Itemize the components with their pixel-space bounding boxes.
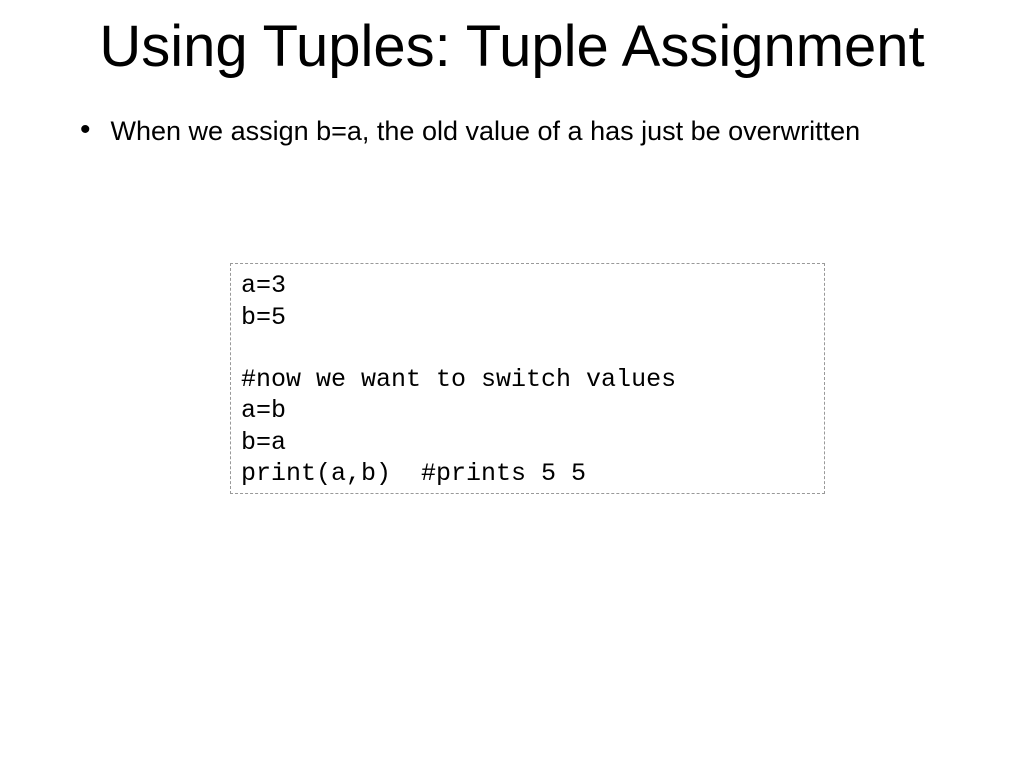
slide: Using Tuples: Tuple Assignment • When we… — [0, 0, 1024, 768]
code-block: a=3 b=5 #now we want to switch values a=… — [230, 263, 825, 494]
bullet-text: When we assign b=a, the old value of a h… — [111, 115, 861, 149]
bullet-item: • When we assign b=a, the old value of a… — [80, 115, 964, 149]
bullet-dot-icon: • — [80, 115, 91, 145]
slide-title: Using Tuples: Tuple Assignment — [60, 14, 964, 81]
